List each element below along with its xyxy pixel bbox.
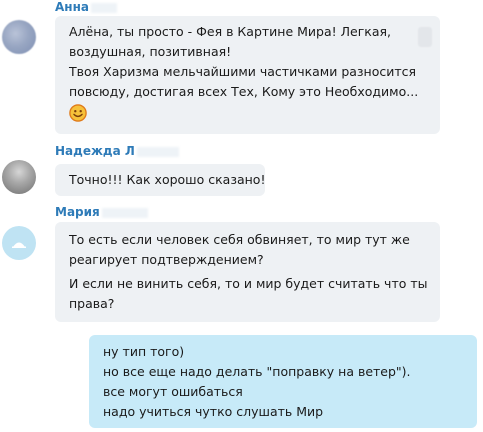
message-line: Точно!!! Как хорошо сказано!: [69, 172, 266, 187]
name-redaction: [101, 207, 148, 218]
avatar-nadezhda[interactable]: [2, 160, 36, 194]
author-name-anna[interactable]: Анна: [55, 0, 117, 14]
message-line: все могут ошибаться: [103, 384, 243, 399]
message-line: надо учиться чутко слушать Мир: [103, 404, 324, 419]
message-line: Твоя Харизма мельчайшими частичками разн…: [69, 64, 417, 79]
smile-emoji-icon: [69, 104, 87, 122]
author-name-nadezhda[interactable]: Надежда Л: [55, 144, 179, 158]
author-name-maria[interactable]: Мария: [55, 205, 148, 219]
message-bubble-nadezhda: Точно!!! Как хорошо сказано!: [55, 164, 265, 196]
name-redaction: [136, 146, 179, 157]
default-user-icon: [12, 242, 26, 248]
message-line: но все еще надо делать "поправку на вете…: [103, 364, 411, 379]
message-line: То есть если человек себя обвиняет, то м…: [69, 232, 410, 247]
message-bubble-maria: То есть если человек себя обвиняет, то м…: [55, 222, 440, 322]
avatar-maria[interactable]: [2, 226, 36, 260]
message-bubble-own: ну тип того) но все еще надо делать "поп…: [89, 335, 477, 428]
message-status-chip: [418, 27, 432, 47]
message-line: реагирует подтверждением?: [69, 252, 264, 267]
message-line: воздушная, позитивная!: [69, 44, 232, 59]
message-line: И если не винить себя, то и мир будет сч…: [69, 276, 428, 291]
message-line: повсюду, достигая всех Тех, Кому это Нео…: [69, 84, 419, 99]
message-line: Алёна, ты просто - Фея в Картине Мира! Л…: [69, 24, 391, 39]
message-line: права?: [69, 296, 115, 311]
message-bubble-anna: Алёна, ты просто - Фея в Картине Мира! Л…: [55, 16, 440, 134]
name-redaction: [90, 2, 117, 13]
message-line: ну тип того): [103, 344, 185, 359]
avatar-anna[interactable]: [2, 20, 36, 54]
